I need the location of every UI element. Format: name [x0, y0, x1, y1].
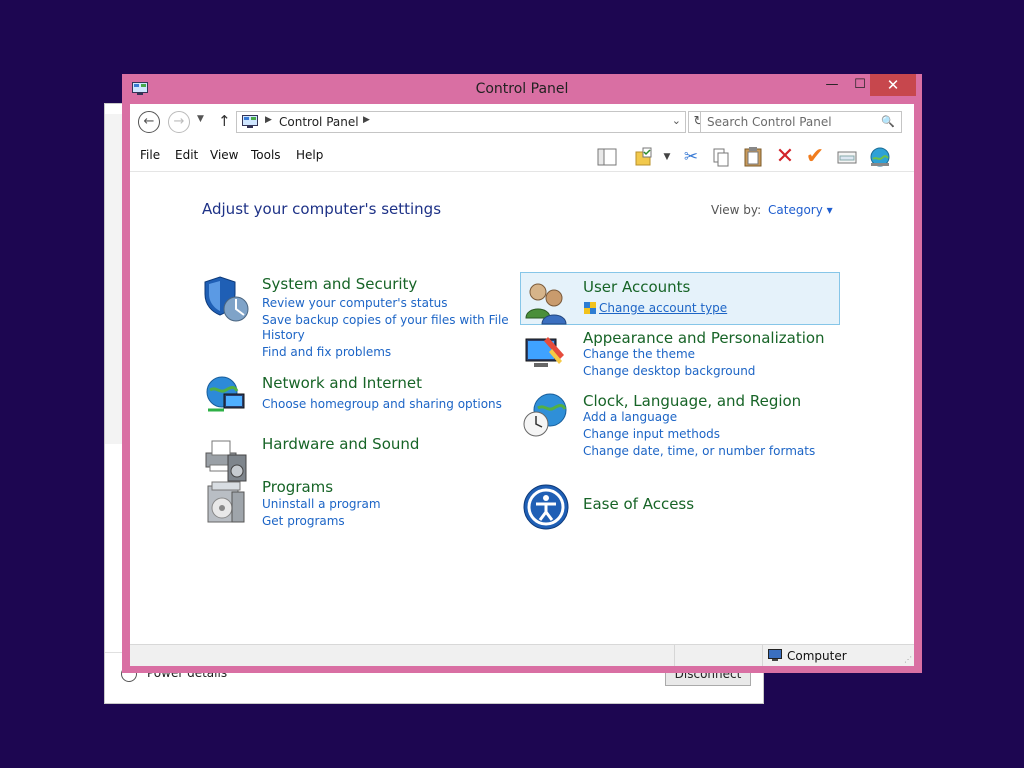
back-arrow-icon[interactable]: ←	[138, 111, 160, 133]
clock-globe-icon[interactable]	[522, 392, 570, 440]
up-arrow-icon[interactable]: ↑	[218, 112, 231, 130]
breadcrumb-chevron-icon[interactable]: ▶	[265, 115, 272, 125]
category-title[interactable]: Network and Internet	[262, 374, 422, 392]
close-button[interactable]: ✕	[870, 74, 916, 96]
category-link[interactable]: Change desktop background	[583, 364, 755, 378]
menu-file[interactable]: File	[140, 148, 160, 162]
search-box[interactable]: 🔍	[700, 111, 902, 133]
category-link[interactable]: Change the theme	[583, 347, 695, 361]
recent-locations-chevron-icon[interactable]: ▼	[197, 114, 204, 124]
category-title[interactable]: Hardware and Sound	[262, 435, 419, 453]
paste-icon[interactable]	[742, 146, 764, 168]
breadcrumb-chevron-icon[interactable]: ▶	[363, 115, 370, 125]
window-client: ← → ▼ ↑ ▶ Control Panel ▶ ⌄ ↻ 🔍	[130, 104, 914, 666]
ease-of-access-icon[interactable]	[522, 483, 570, 531]
category-title[interactable]: Programs	[262, 478, 333, 496]
toolbar: ▼ ✂ ✕ ✔	[590, 144, 910, 170]
category-link[interactable]: History	[262, 328, 305, 342]
resize-grip-icon[interactable]: ⋰	[904, 655, 912, 664]
layout-icon[interactable]	[596, 146, 618, 168]
address-bar[interactable]: ▶ Control Panel ▶ ⌄	[236, 111, 686, 133]
navigation-bar: ← → ▼ ↑ ▶ Control Panel ▶ ⌄ ↻ 🔍	[130, 104, 914, 141]
category-link[interactable]: Change account type	[599, 301, 727, 315]
category-link[interactable]: Review your computer's status	[262, 296, 448, 310]
control-panel-window: Control Panel — ☐ ✕ ← → ▼ ↑ ▶ Control Pa…	[122, 74, 922, 673]
globe-icon[interactable]	[868, 146, 890, 168]
menu-help[interactable]: Help	[296, 148, 323, 162]
network-globe-icon[interactable]	[202, 374, 250, 422]
menu-view[interactable]: View	[210, 148, 238, 162]
category-link[interactable]: Uninstall a program	[262, 497, 381, 511]
menu-edit[interactable]: Edit	[175, 148, 198, 162]
category-link[interactable]: Add a language	[583, 410, 677, 424]
address-dropdown-icon[interactable]: ⌄	[672, 114, 681, 127]
status-divider	[674, 645, 675, 666]
minimize-button[interactable]: —	[818, 74, 846, 96]
programs-icon[interactable]	[202, 478, 250, 526]
category-link[interactable]: Change date, time, or number formats	[583, 444, 815, 458]
window-title: Control Panel	[475, 81, 569, 97]
monitor-paintbrush-icon[interactable]	[522, 329, 570, 377]
properties-icon[interactable]	[836, 146, 858, 168]
search-icon[interactable]: 🔍	[881, 115, 895, 128]
search-input[interactable]	[707, 114, 867, 130]
status-location: Computer	[787, 649, 847, 663]
category-link[interactable]: Find and fix problems	[262, 345, 391, 359]
page-title: Adjust your computer's settings	[202, 200, 442, 218]
category-link[interactable]: Change input methods	[583, 427, 720, 441]
uac-shield-icon	[583, 300, 597, 314]
users-icon[interactable]	[522, 278, 570, 326]
category-title[interactable]: System and Security	[262, 275, 417, 293]
title-bar[interactable]: Control Panel — ☐ ✕	[122, 74, 922, 104]
forward-arrow-icon[interactable]: →	[168, 111, 190, 133]
breadcrumb-control-panel[interactable]: Control Panel	[279, 115, 359, 129]
shield-icon[interactable]	[202, 275, 250, 323]
category-title[interactable]: User Accounts	[583, 278, 690, 296]
folder-icon[interactable]	[633, 146, 655, 168]
category-title[interactable]: Appearance and Personalization	[583, 329, 825, 347]
status-divider	[762, 645, 763, 666]
printer-icon[interactable]	[202, 435, 250, 483]
delete-icon[interactable]: ✕	[774, 146, 796, 168]
menu-tools[interactable]: Tools	[251, 148, 281, 162]
menu-bar: File Edit View Tools Help ▼ ✂ ✕ ✔	[130, 142, 914, 172]
category-link[interactable]: Get programs	[262, 514, 345, 528]
copy-icon[interactable]	[710, 146, 732, 168]
folder-dropdown-icon[interactable]: ▼	[656, 146, 678, 168]
view-by-dropdown[interactable]: Category ▾	[768, 203, 833, 217]
category-link[interactable]: Choose homegroup and sharing options	[262, 397, 502, 411]
category-title[interactable]: Ease of Access	[583, 495, 694, 513]
check-icon[interactable]: ✔	[804, 146, 826, 168]
category-link[interactable]: Save backup copies of your files with Fi…	[262, 313, 509, 327]
status-bar: Computer ⋰	[130, 644, 914, 666]
computer-icon	[768, 649, 782, 661]
main-content: Adjust your computer's settings View by:…	[130, 172, 914, 644]
cut-icon[interactable]: ✂	[680, 146, 702, 168]
category-title[interactable]: Clock, Language, and Region	[583, 392, 801, 410]
control-panel-icon	[242, 115, 258, 128]
view-by-label: View by:	[711, 203, 762, 217]
